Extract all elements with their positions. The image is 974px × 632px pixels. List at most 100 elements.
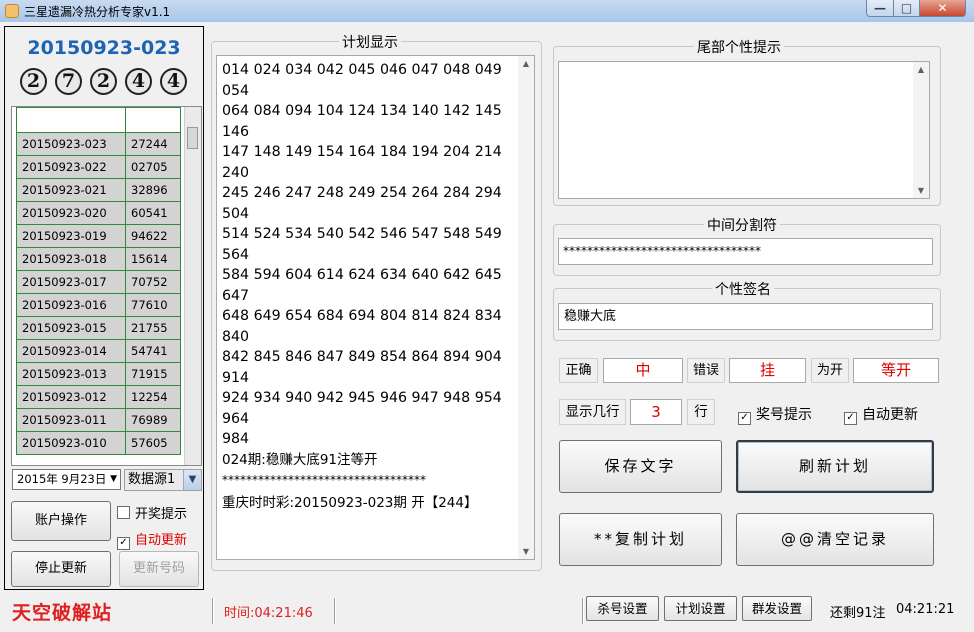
minimize-button[interactable]: — [866, 0, 894, 17]
prize-tip-checkbox[interactable]: ✓ 奖号提示 [738, 404, 812, 425]
stop-update-button[interactable]: 停止更新 [11, 551, 111, 587]
plan-separator: ********************************** [222, 473, 426, 487]
number-cell: 70752 [125, 270, 181, 294]
current-period: 20150923-023 [27, 37, 181, 59]
group-send-settings-button[interactable]: 群发设置 [742, 596, 812, 621]
plan-group: 计划显示 014 024 034 042 045 046 047 048 049… [211, 32, 542, 571]
save-text-button[interactable]: 保存文字 [559, 440, 722, 493]
checkbox-box-checked[interactable]: ✓ [117, 537, 130, 550]
table-row[interactable]: 20150923-020 60541 [16, 201, 181, 225]
account-button[interactable]: 账户操作 [11, 501, 111, 541]
table-row[interactable]: 20150923-022 02705 [16, 155, 181, 179]
table-row[interactable]: 20150923-018 15614 [16, 247, 181, 271]
open-input[interactable]: 等开 [853, 358, 939, 383]
issue-cell: 20150923-016 [16, 293, 126, 317]
table-row[interactable]: 20150923-011 76989 [16, 408, 181, 432]
plan-memo[interactable]: 014 024 034 042 045 046 047 048 049 054 … [216, 55, 535, 560]
table-row[interactable]: 20150923-014 54741 [16, 339, 181, 363]
plan-title: 计划显示 [339, 32, 401, 52]
wrong-input[interactable]: 挂 [729, 358, 806, 383]
scroll-down-icon[interactable]: ▼ [518, 547, 534, 556]
issue-cell: 20150923-015 [16, 316, 126, 340]
plan-summary: 024期:稳赚大底91注等开 [222, 451, 378, 468]
ball-3: 2 [90, 68, 117, 95]
close-button[interactable]: ✕ [919, 0, 966, 17]
date-value: 2015年 9月23日 [17, 472, 107, 486]
tail-title: 尾部个性提示 [694, 37, 784, 57]
signature-title: 个性签名 [712, 279, 774, 299]
source-value: 数据源1 [128, 472, 176, 487]
app-window: 三星遗漏冷热分析专家v1.1 — □ ✕ 20150923-023 2 7 2 … [0, 0, 974, 632]
chevron-down-icon[interactable]: ▼ [110, 470, 117, 489]
number-cell: 76989 [125, 408, 181, 432]
minimize-icon: — [874, 1, 886, 15]
plan-result: 重庆时时彩:20150923-023期 开【244】 [222, 494, 478, 511]
source-select[interactable]: 数据源1 ▼ [124, 469, 202, 491]
ball-4: 4 [125, 68, 152, 95]
table-row[interactable]: 20150923-013 71915 [16, 362, 181, 386]
issue-cell: 20150923-011 [16, 408, 126, 432]
table-row[interactable]: 20150923-017 70752 [16, 270, 181, 294]
separator-group: 中间分割符 ********************************* [553, 215, 941, 276]
clear-records-button[interactable]: @@清空记录 [736, 513, 934, 566]
table-scrollbar[interactable] [184, 107, 201, 465]
status-bar: 天空破解站 时间:04:21:46 杀号设置 计划设置 群发设置 还剩91注 0… [0, 594, 974, 632]
number-cell: 15614 [125, 247, 181, 271]
issue-cell: 20150923-018 [16, 247, 126, 271]
table-row[interactable]: 20150923-012 12254 [16, 385, 181, 409]
history-table: 20150923-023 27244 20150923-022 02705 2015… [11, 106, 202, 466]
ball-1: 2 [20, 68, 47, 95]
number-cell: 12254 [125, 385, 181, 409]
checkbox-box-checked[interactable]: ✓ [844, 412, 857, 425]
checkbox-box-checked[interactable]: ✓ [738, 412, 751, 425]
status-time: 时间:04:21:46 [224, 606, 313, 621]
plan-line: 147 148 149 154 164 184 194 204 214 240 [222, 144, 502, 181]
issue-cell: 20150923-012 [16, 385, 126, 409]
checkbox-box[interactable] [117, 506, 130, 519]
signature-input[interactable]: 稳赚大底 [558, 303, 933, 330]
chevron-down-icon[interactable]: ▼ [183, 470, 201, 490]
refresh-number-button[interactable]: 更新号码 [119, 551, 199, 587]
plan-line: 924 934 940 942 945 946 947 948 954 964 [222, 390, 502, 427]
kill-settings-button[interactable]: 杀号设置 [586, 596, 659, 621]
separator-input[interactable]: ********************************* [558, 238, 933, 265]
correct-input[interactable]: 中 [603, 358, 683, 383]
table-row[interactable]: 20150923-023 27244 [16, 132, 181, 156]
issue-cell: 20150923-021 [16, 178, 126, 202]
date-picker[interactable]: 2015年 9月23日 ▼ [12, 469, 121, 490]
lottery-tip-checkbox[interactable]: 开奖提示 [117, 503, 187, 522]
number-cell: 54741 [125, 339, 181, 363]
table-row[interactable]: 20150923-010 57605 [16, 431, 181, 455]
table-row[interactable]: 20150923-015 21755 [16, 316, 181, 340]
separator-title: 中间分割符 [704, 215, 780, 235]
checkbox-label: 自动更新 [862, 407, 918, 423]
table-row[interactable]: 20150923-016 77610 [16, 293, 181, 317]
number-cell: 77610 [125, 293, 181, 317]
ball-2: 7 [55, 68, 82, 95]
plan-line: 245 246 247 248 249 254 264 284 294 504 [222, 185, 502, 222]
table-row[interactable]: 20150923-021 32896 [16, 178, 181, 202]
maximize-icon: □ [900, 1, 913, 15]
rows-input[interactable]: 3 [630, 399, 682, 425]
plan-settings-button[interactable]: 计划设置 [664, 596, 737, 621]
refresh-plan-button[interactable]: 刷新计划 [736, 440, 934, 493]
remaining-count: 还剩91注 [830, 606, 886, 621]
auto-update-checkbox-right[interactable]: ✓ 自动更新 [844, 404, 918, 425]
number-cell: 21755 [125, 316, 181, 340]
auto-update-checkbox[interactable]: ✓ 自动更新 [117, 529, 187, 550]
table-header-row [16, 107, 181, 133]
status-divider [334, 598, 336, 624]
scroll-up-icon[interactable]: ▲ [518, 59, 534, 68]
copy-plan-button[interactable]: **复制计划 [559, 513, 722, 566]
scroll-up-icon[interactable]: ▲ [913, 65, 929, 74]
maximize-button[interactable]: □ [893, 0, 920, 17]
tail-scrollbar[interactable]: ▲ ▼ [913, 62, 929, 198]
scrollbar-thumb[interactable] [187, 127, 198, 149]
plan-line: 584 594 604 614 624 634 640 642 645 647 [222, 267, 502, 304]
number-cell: 94622 [125, 224, 181, 248]
scroll-down-icon[interactable]: ▼ [913, 186, 929, 195]
table-row[interactable]: 20150923-019 94622 [16, 224, 181, 248]
plan-scrollbar[interactable]: ▲ ▼ [518, 56, 534, 559]
tail-memo[interactable]: ▲ ▼ [558, 61, 930, 199]
plan-line: 842 845 846 847 849 854 864 894 904 914 [222, 349, 502, 386]
